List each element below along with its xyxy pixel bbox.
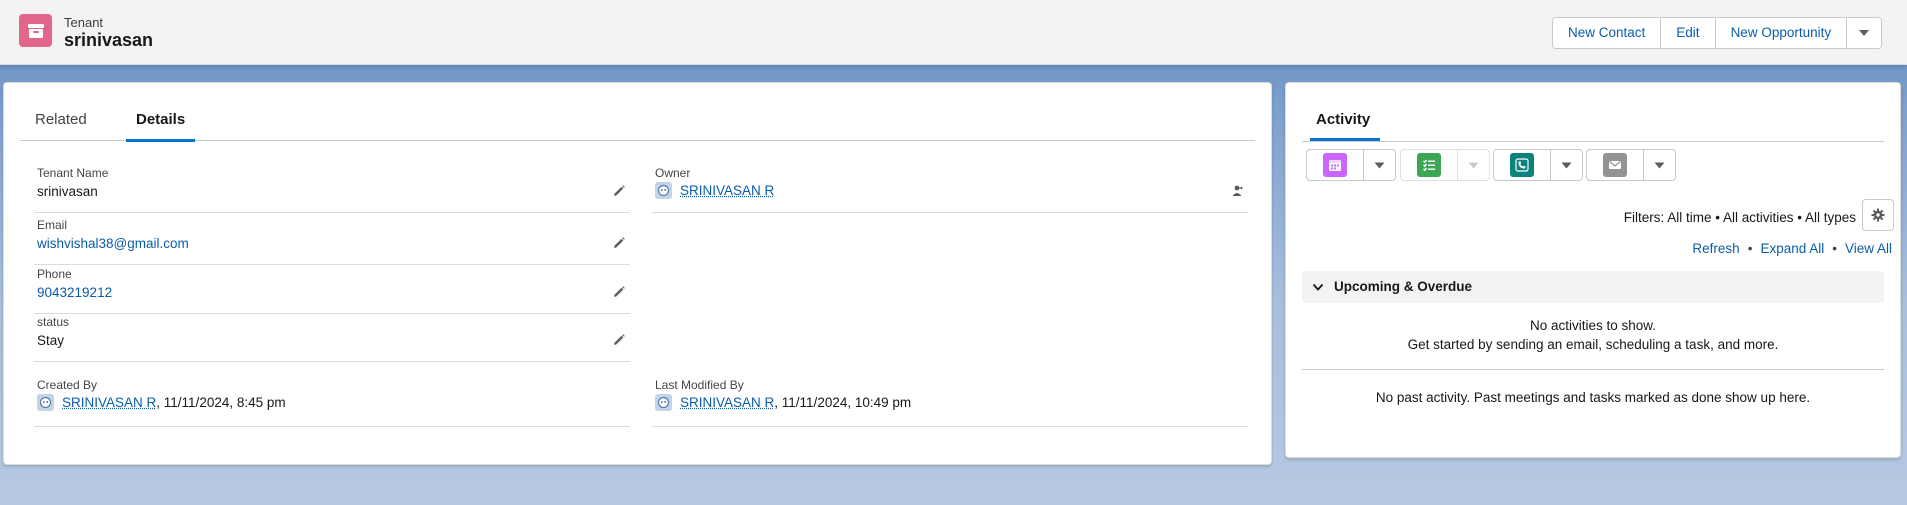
- pencil-icon[interactable]: [612, 285, 626, 299]
- chevron-down-icon: [1654, 162, 1665, 168]
- created-by-row: SRINIVASAN R , 11/11/2024, 8:45 pm: [37, 394, 286, 411]
- field-label: Tenant Name: [37, 166, 109, 180]
- field-label: Last Modified By: [655, 378, 744, 392]
- email-dropdown-button[interactable]: [1644, 150, 1675, 180]
- link-separator: •: [1832, 241, 1837, 256]
- modified-date: , 11/11/2024, 10:49 pm: [774, 395, 912, 410]
- pencil-icon[interactable]: [612, 333, 626, 347]
- new-event-button[interactable]: [1307, 150, 1364, 180]
- tab-activity[interactable]: Activity: [1309, 105, 1381, 141]
- edit-button[interactable]: Edit: [1661, 18, 1716, 48]
- link-separator: •: [1747, 241, 1753, 256]
- new-contact-button[interactable]: New Contact: [1553, 18, 1662, 48]
- empty-state-text: No activities to show.: [1529, 318, 1657, 333]
- phone-icon: [1510, 153, 1534, 177]
- chevron-down-icon: [1468, 162, 1479, 168]
- activity-filters-text: Filters: All time • All activities • All…: [1623, 210, 1856, 225]
- call-dropdown-button[interactable]: [1551, 150, 1582, 180]
- email-link[interactable]: wishvishal38@gmail.com: [37, 236, 189, 251]
- gear-icon: [1871, 208, 1885, 222]
- field-label: Email: [37, 218, 68, 232]
- record-title: srinivasan: [64, 30, 154, 50]
- task-dropdown-button: [1458, 150, 1489, 180]
- field-phone: Phone 9043219212: [34, 266, 630, 314]
- field-value: srinivasan: [37, 184, 98, 199]
- created-date: , 11/11/2024, 8:45 pm: [156, 395, 286, 410]
- refresh-link[interactable]: Refresh: [1692, 241, 1739, 256]
- phone-link[interactable]: 9043219212: [37, 285, 112, 300]
- filter-settings-button[interactable]: [1862, 199, 1894, 231]
- field-email: Email wishvishal38@gmail.com: [34, 217, 630, 265]
- activity-card: Activity Filters: All time • All activit…: [1285, 82, 1901, 458]
- email-icon: [1603, 153, 1627, 177]
- owner-row: SRINIVASAN R: [655, 182, 774, 199]
- new-event-button-group: [1306, 149, 1396, 181]
- divider: [1302, 369, 1884, 370]
- avatar: [655, 394, 672, 411]
- chevron-down-icon: [1312, 283, 1324, 291]
- field-label: status: [37, 315, 70, 329]
- field-owner: Owner SRINIVASAN R: [652, 165, 1248, 213]
- view-all-link[interactable]: View All: [1845, 241, 1892, 256]
- empty-state-hint: Get started by sending an email, schedul…: [1407, 337, 1779, 352]
- chevron-down-icon: [1374, 162, 1385, 168]
- field-label: Phone: [37, 267, 72, 281]
- archive-box-icon: [19, 14, 52, 47]
- field-tenant-name: Tenant Name srinivasan: [34, 165, 630, 213]
- past-activity-text: No past activity. Past meetings and task…: [1375, 390, 1811, 405]
- details-card: Related Details Tenant Name srinivasan E…: [3, 82, 1272, 465]
- more-actions-button[interactable]: [1847, 18, 1882, 48]
- upcoming-overdue-section[interactable]: Upcoming & Overdue: [1302, 271, 1884, 303]
- pencil-icon[interactable]: [612, 184, 626, 198]
- calendar-icon: [1323, 153, 1347, 177]
- modified-by-row: SRINIVASAN R , 11/11/2024, 10:49 pm: [655, 394, 911, 411]
- pencil-icon[interactable]: [612, 236, 626, 250]
- event-dropdown-button[interactable]: [1364, 150, 1395, 180]
- field-label: Owner: [655, 166, 691, 180]
- avatar: [655, 182, 672, 199]
- field-label: Created By: [37, 378, 98, 392]
- log-call-button-group: [1493, 149, 1583, 181]
- chevron-down-icon: [1561, 162, 1572, 168]
- field-created-by: Created By SRINIVASAN R , 11/11/2024, 8:…: [34, 377, 630, 427]
- avatar: [37, 394, 54, 411]
- log-call-button[interactable]: [1494, 150, 1551, 180]
- send-email-button[interactable]: [1587, 150, 1644, 180]
- chevron-down-icon: [1859, 30, 1870, 36]
- new-task-button-group: [1400, 149, 1490, 181]
- field-value: Stay: [37, 333, 65, 348]
- header-actions: New Contact Edit New Opportunity: [1552, 17, 1883, 49]
- tab-related[interactable]: Related: [35, 105, 87, 141]
- record-tabs: Related Details: [20, 105, 1255, 142]
- created-by-link[interactable]: SRINIVASAN R: [62, 395, 156, 410]
- record-header: Tenant srinivasan New Contact Edit New O…: [0, 0, 1907, 65]
- tab-details[interactable]: Details: [125, 105, 196, 142]
- field-status: status Stay: [34, 314, 630, 362]
- expand-all-link[interactable]: Expand All: [1760, 241, 1824, 256]
- task-list-icon: [1417, 153, 1441, 177]
- modified-by-link[interactable]: SRINIVASAN R: [680, 395, 774, 410]
- send-email-button-group: [1586, 149, 1676, 181]
- new-task-button[interactable]: [1401, 150, 1458, 180]
- new-opportunity-button[interactable]: New Opportunity: [1715, 18, 1848, 48]
- section-title: Upcoming & Overdue: [1334, 279, 1473, 294]
- change-owner-icon[interactable]: [1230, 184, 1244, 198]
- divider: [1302, 141, 1884, 142]
- object-type-label: Tenant: [64, 15, 104, 30]
- owner-link[interactable]: SRINIVASAN R: [680, 183, 774, 198]
- field-last-modified-by: Last Modified By SRINIVASAN R , 11/11/20…: [652, 377, 1248, 427]
- activity-links: Refresh • Expand All • View All: [1692, 241, 1892, 256]
